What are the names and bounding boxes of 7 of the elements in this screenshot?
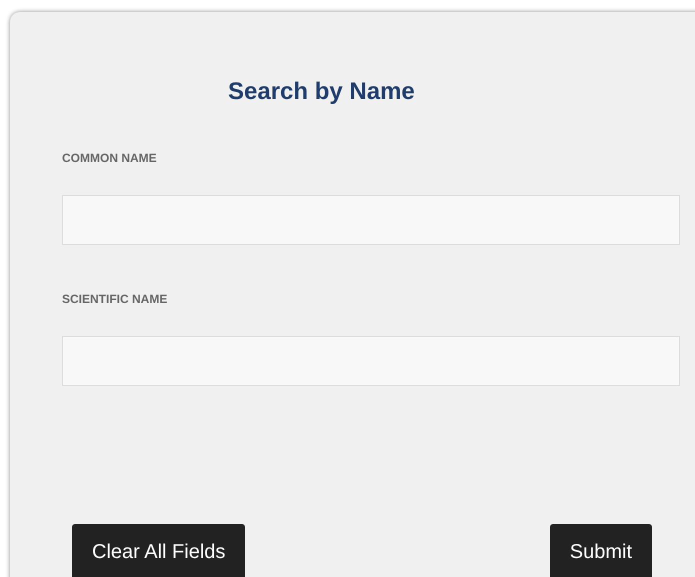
field-label: COMMON NAME xyxy=(62,151,157,165)
form-title: Search by Name xyxy=(228,78,415,106)
field-label: SCIENTIFIC NAME xyxy=(62,292,168,306)
submit-button[interactable]: Submit xyxy=(550,524,652,577)
text-field[interactable] xyxy=(62,195,680,245)
text-field[interactable] xyxy=(62,336,680,386)
clear-button[interactable]: Clear All Fields xyxy=(72,524,246,577)
